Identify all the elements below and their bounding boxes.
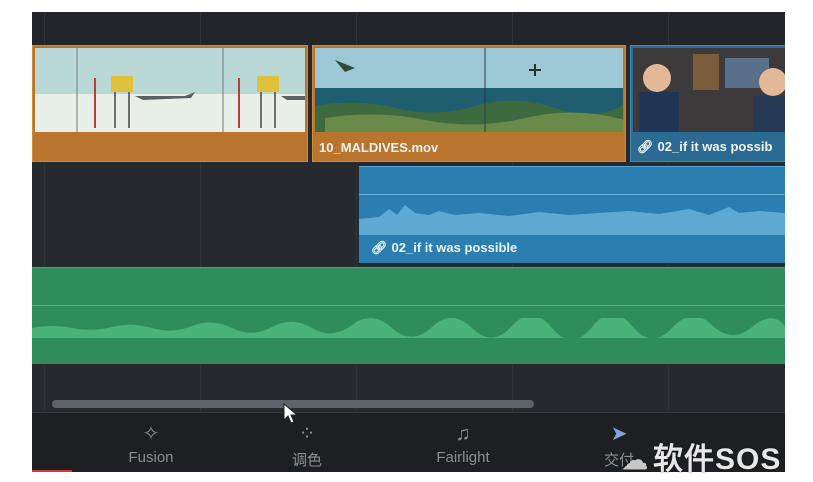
video-clip-interview[interactable]: 🔗︎ 02_if it was possib: [630, 45, 785, 162]
link-icon: 🔗︎: [637, 139, 654, 154]
video-clip-airplane[interactable]: [32, 45, 308, 162]
clip-label: 🔗︎ 02_if it was possib: [637, 139, 773, 154]
audio-level-line: [32, 305, 785, 306]
video-clip-maldives[interactable]: 10_MALDIVES.mov: [312, 45, 626, 162]
color-dots-icon: ⁘: [298, 423, 316, 445]
timeline-top-strip: [32, 12, 785, 45]
watermark-logo-icon: ☁: [622, 445, 649, 475]
davinci-edit-timeline: 10_MALDIVES.mov 🔗︎ 02_if it was possib 🔗︎…: [32, 12, 785, 472]
music-note-icon: ♫: [455, 423, 471, 445]
page-tab-fairlight[interactable]: ♫ Fairlight: [408, 421, 518, 466]
mouse-cursor-icon: [283, 403, 299, 424]
clip-label: 🔗︎ 02_if it was possible: [371, 240, 518, 255]
playhead-marker: [32, 470, 72, 472]
fusion-wand-icon: ✧: [142, 423, 160, 445]
audio-waveform: [32, 318, 785, 338]
audio-clip-interview[interactable]: 🔗︎ 02_if it was possible: [359, 166, 785, 263]
clip-thumbnails: [35, 48, 305, 132]
clip-label: 10_MALDIVES.mov: [319, 140, 439, 155]
audio-waveform: [359, 205, 785, 235]
clip-thumbnails: [633, 48, 785, 132]
page-tab-fusion[interactable]: ✧ Fusion: [96, 421, 206, 466]
watermark: ☁ 软件SOS: [622, 443, 782, 476]
link-icon: 🔗︎: [371, 240, 388, 255]
page-tab-color[interactable]: ⁘ 调色: [252, 421, 362, 470]
clip-thumbnails: [315, 48, 623, 132]
audio-clip-music[interactable]: [32, 267, 785, 364]
